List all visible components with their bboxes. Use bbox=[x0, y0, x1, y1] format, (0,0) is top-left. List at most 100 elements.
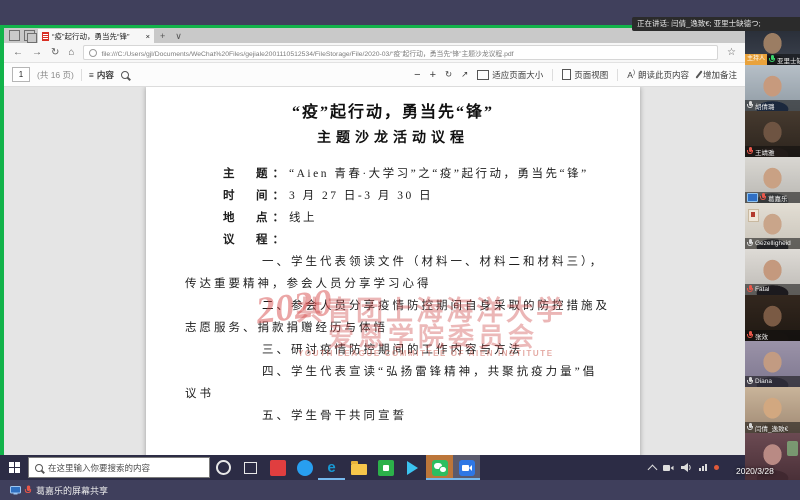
participant-video[interactable]: 胡倩璐 bbox=[745, 65, 800, 111]
speaking-toast: 正在讲话: 闫倩_逸致€; 亚里士缺德つ; bbox=[632, 17, 800, 31]
participant-video[interactable]: 主持人 亚里士缺... bbox=[745, 25, 800, 65]
participant-name: Diana bbox=[755, 378, 772, 385]
tab-list-chevron-icon[interactable]: ∨ bbox=[171, 29, 186, 43]
participant-video[interactable]: 葛嘉乐 bbox=[745, 157, 800, 203]
divider bbox=[552, 69, 553, 81]
camera-icon[interactable] bbox=[663, 464, 674, 472]
page-view-label: 页面视图 bbox=[574, 69, 608, 81]
search-icon[interactable] bbox=[121, 71, 129, 79]
wall-art bbox=[748, 209, 759, 222]
forward-icon[interactable]: → bbox=[32, 47, 42, 58]
back-icon[interactable]: ← bbox=[13, 47, 23, 58]
fullscreen-icon[interactable]: ↗ bbox=[461, 69, 468, 80]
participant-video[interactable]: 王靖雅 bbox=[745, 111, 800, 157]
start-button[interactable] bbox=[0, 455, 28, 480]
mic-icon bbox=[747, 377, 753, 386]
page-view-button[interactable]: 页面视图 bbox=[562, 69, 608, 81]
add-note-label: 增加备注 bbox=[703, 69, 737, 81]
fit-page-button[interactable]: 适应页面大小 bbox=[477, 69, 543, 81]
meeting-window: “疫”起行动，勇当先“锋” × + ∨ ← → ↻ ⌂ file:///C:/U… bbox=[0, 0, 800, 500]
mic-muted-icon bbox=[760, 193, 766, 202]
participant-name-bar: Gezelligheid bbox=[745, 238, 800, 249]
wechat-icon bbox=[432, 460, 448, 476]
network-icon[interactable] bbox=[699, 464, 707, 471]
page-number-input[interactable]: 1 bbox=[12, 67, 30, 82]
read-aloud-icon: A) bbox=[627, 70, 635, 80]
new-tab-button[interactable]: + bbox=[156, 29, 169, 43]
participant-video[interactable]: Diana bbox=[745, 341, 800, 387]
read-aloud-button[interactable]: A) 朗读此页内容 bbox=[627, 69, 689, 81]
green-app-icon bbox=[378, 460, 394, 476]
read-aloud-label: 朗读此页内容 bbox=[638, 69, 689, 81]
taskbar-app-green[interactable] bbox=[372, 455, 399, 480]
participant-name: 王靖雅 bbox=[755, 147, 775, 157]
screen-glow bbox=[787, 441, 798, 456]
mic-icon bbox=[747, 239, 753, 248]
taskbar-app-explorer[interactable] bbox=[345, 455, 372, 480]
task-view-button[interactable] bbox=[237, 455, 264, 480]
address-bar[interactable]: file:///C:/Users/gjl/Documents/WeChat%20… bbox=[83, 45, 718, 60]
taskbar-search-input[interactable]: 在这里输入你要搜索的内容 bbox=[28, 457, 210, 478]
taskbar-app-video[interactable] bbox=[399, 455, 426, 480]
search-placeholder: 在这里输入你要搜索的内容 bbox=[48, 462, 150, 474]
participant-name: 亚里士缺... bbox=[777, 55, 800, 65]
edge-browser-window: “疫”起行动，勇当先“锋” × + ∨ ← → ↻ ⌂ file:///C:/U… bbox=[4, 28, 745, 455]
refresh-icon[interactable]: ↻ bbox=[51, 47, 59, 58]
participant-video[interactable]: Gezelligheid bbox=[745, 203, 800, 249]
host-badge: 主持人 bbox=[745, 54, 767, 65]
mic-muted-icon bbox=[747, 285, 753, 294]
fit-page-icon bbox=[477, 70, 489, 80]
search-icon bbox=[35, 464, 43, 472]
set-tabs-aside-icon[interactable] bbox=[9, 30, 20, 41]
page-info-icon[interactable] bbox=[89, 49, 97, 57]
browser-tab[interactable]: “疫”起行动，勇当先“锋” × bbox=[38, 29, 154, 43]
system-tray bbox=[649, 463, 745, 473]
speaker-icon[interactable] bbox=[681, 463, 692, 472]
blue-circle-app-icon bbox=[297, 460, 313, 476]
pdf-file-icon bbox=[42, 32, 49, 41]
zoom-out-icon[interactable]: − bbox=[414, 69, 420, 81]
red-app-icon bbox=[270, 460, 286, 476]
screen-share-frame: “疫”起行动，勇当先“锋” × + ∨ ← → ↻ ⌂ file:///C:/U… bbox=[0, 25, 745, 455]
meeting-app-icon bbox=[459, 460, 475, 476]
taskbar-app-blue[interactable] bbox=[291, 455, 318, 480]
zoom-in-icon[interactable]: + bbox=[430, 69, 436, 81]
doc-meta-line: 地 点：线上 bbox=[146, 207, 640, 229]
share-banner-text: 葛嘉乐的屏幕共享 bbox=[36, 484, 108, 497]
agenda-line: 二、参会人员分享疫情防控期间自身采取的防控措施及 bbox=[146, 295, 640, 317]
participant-video[interactable]: Fatal bbox=[745, 249, 800, 295]
tabs-preview-icon[interactable] bbox=[24, 30, 35, 41]
contents-label: 内容 bbox=[97, 69, 114, 81]
participant-name: 张效 bbox=[755, 331, 768, 341]
participant-video[interactable]: 张效 bbox=[745, 295, 800, 341]
doc-meta-line: 时 间：3 月 27 日-3 月 30 日 bbox=[146, 185, 640, 207]
participant-name-bar: Fatal bbox=[745, 284, 800, 295]
favorite-star-icon[interactable]: ☆ bbox=[727, 47, 736, 58]
taskbar-app-meeting[interactable] bbox=[453, 455, 480, 480]
contents-button[interactable]: ≡ 内容 bbox=[89, 69, 114, 81]
participant-name-bar: 王靖雅 bbox=[745, 146, 800, 157]
home-icon[interactable]: ⌂ bbox=[68, 47, 74, 58]
pdf-content-area[interactable]: “疫”起行动，勇当先“锋” 主题沙龙活动议程 主 题：“Aien 青春·大学习”… bbox=[4, 87, 745, 455]
cortana-icon bbox=[216, 460, 231, 475]
edge-icon: e bbox=[327, 460, 335, 476]
windows-logo-icon bbox=[9, 462, 20, 473]
pdf-page: “疫”起行动，勇当先“锋” 主题沙龙活动议程 主 题：“Aien 青春·大学习”… bbox=[146, 87, 640, 455]
rotate-icon[interactable]: ↻ bbox=[445, 69, 452, 80]
meeting-bottom-bar: 葛嘉乐的屏幕共享 bbox=[0, 480, 800, 500]
cortana-button[interactable] bbox=[210, 455, 237, 480]
taskbar-app-red[interactable] bbox=[264, 455, 291, 480]
share-indicator bbox=[10, 486, 31, 495]
add-note-button[interactable]: 增加备注 bbox=[698, 69, 737, 81]
taskbar-app-edge[interactable]: e bbox=[318, 455, 345, 480]
participant-video[interactable]: 闫倩_逸致€ bbox=[745, 387, 800, 433]
mic-muted-icon bbox=[747, 147, 753, 156]
participants-sidebar: 主持人 亚里士缺... 胡倩璐 王靖雅 葛嘉乐 bbox=[745, 25, 800, 480]
taskbar-clock: 2020/3/28 bbox=[736, 466, 774, 476]
tray-chevron-up-icon[interactable] bbox=[648, 464, 658, 474]
screen-share-icon bbox=[747, 193, 758, 202]
taskbar-app-wechat[interactable] bbox=[426, 455, 453, 480]
tab-close-icon[interactable]: × bbox=[146, 32, 150, 41]
participant-name: 胡倩璐 bbox=[755, 101, 775, 111]
participant-name: 闫倩_逸致€ bbox=[755, 423, 788, 433]
